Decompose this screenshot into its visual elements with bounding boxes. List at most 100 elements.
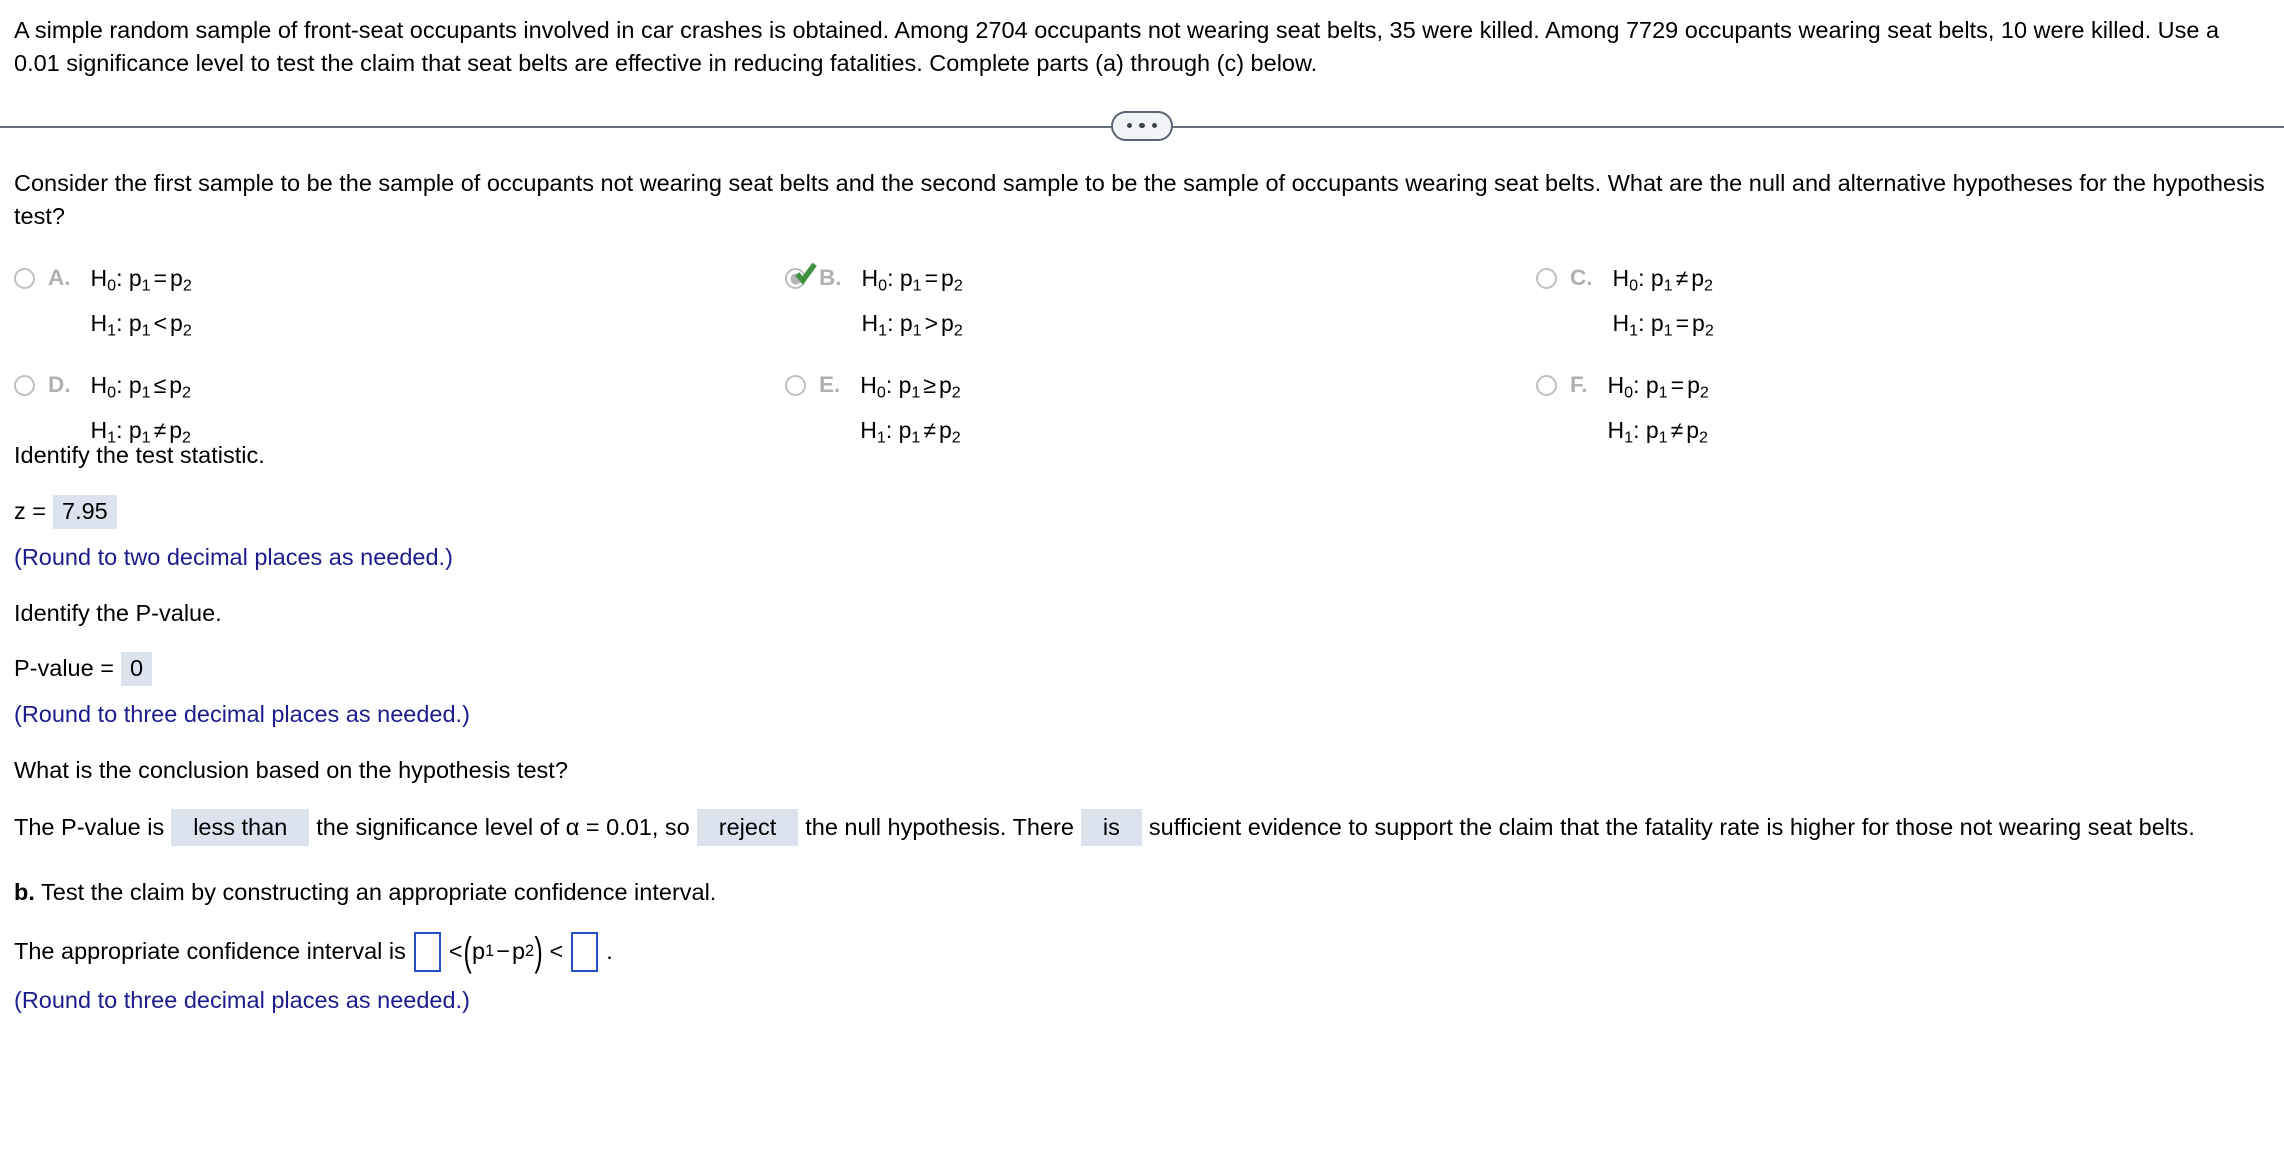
h0-left-sub: 1 bbox=[141, 383, 151, 402]
option-e-hypotheses: H0: p1 ≥ p2 H1: p1 ≠ p2 bbox=[860, 370, 960, 452]
conclusion-comparison-dropdown[interactable]: less than bbox=[171, 808, 310, 847]
h0-symbol: H bbox=[90, 265, 108, 292]
option-a-h1: H1: p1 < p2 bbox=[91, 308, 192, 346]
left-paren: ( bbox=[463, 929, 472, 974]
h1-left-sub: 1 bbox=[912, 321, 922, 340]
p-value-label: P-value = bbox=[14, 655, 114, 682]
h1-colon: : bbox=[885, 416, 893, 443]
radio-d[interactable] bbox=[14, 375, 35, 397]
h1-right: p bbox=[1692, 309, 1705, 336]
test-statistic-note: (Round to two decimal places as needed.) bbox=[14, 544, 453, 571]
h1-left-sub: 1 bbox=[1663, 321, 1673, 340]
h0-operator: ≤ bbox=[153, 372, 167, 399]
option-f-hypotheses: H0: p1 = p2 H1: p1 ≠ p2 bbox=[1608, 370, 1709, 452]
h1-colon: : bbox=[887, 309, 894, 336]
h0-left-sub: 1 bbox=[141, 276, 151, 295]
option-b-hypotheses: H0: p1 = p2 H1: p1 > p2 bbox=[862, 263, 963, 345]
option-d-hypotheses: H0: p1 ≤ p2 H1: p1 ≠ p2 bbox=[91, 370, 191, 452]
h0-right-sub: 2 bbox=[951, 383, 961, 402]
ci-upper-input[interactable] bbox=[571, 931, 599, 972]
h0-left: p bbox=[898, 372, 912, 399]
h1-symbol: H bbox=[90, 416, 108, 443]
h0-colon: : bbox=[116, 265, 123, 292]
h1-right-sub: 2 bbox=[182, 428, 191, 447]
h0-left-sub: 1 bbox=[912, 276, 922, 295]
h1-operator: ≠ bbox=[153, 416, 167, 443]
option-a-h0: H0: p1 = p2 bbox=[91, 263, 192, 301]
option-b[interactable]: B. H0: p1 = p2 H1: p1 > p2 bbox=[785, 263, 963, 345]
more-options-button[interactable] bbox=[1111, 110, 1173, 141]
ci-prefix: The appropriate confidence interval is bbox=[14, 937, 406, 964]
h0-right: p bbox=[1687, 372, 1700, 399]
h1-symbol: H bbox=[860, 416, 877, 443]
h1-left-sub: 1 bbox=[141, 321, 151, 340]
h0-colon: : bbox=[887, 265, 894, 292]
ci-op-right: < bbox=[549, 937, 564, 964]
ci-period: . bbox=[606, 937, 613, 964]
ci-expr-right-sub: 2 bbox=[525, 942, 535, 961]
h1-colon: : bbox=[116, 309, 123, 336]
radio-c[interactable] bbox=[1536, 268, 1557, 290]
h1-right: p bbox=[1686, 416, 1700, 443]
h1-sub: 1 bbox=[107, 428, 117, 447]
radio-e[interactable] bbox=[785, 375, 806, 397]
ci-op-left: < bbox=[448, 937, 463, 964]
option-d[interactable]: D. H0: p1 ≤ p2 H1: p1 ≠ p2 bbox=[14, 370, 191, 452]
p-value-field[interactable]: 0 bbox=[120, 651, 153, 687]
test-statistic-answer-line: z = 7.95 bbox=[14, 494, 2270, 530]
z-value-field[interactable]: 7.95 bbox=[53, 494, 117, 530]
option-c-hypotheses: H0: p1 ≠ p2 H1: p1 = p2 bbox=[1613, 263, 1714, 345]
h1-symbol: H bbox=[1612, 309, 1630, 336]
radio-b[interactable] bbox=[785, 263, 817, 290]
h1-left: p bbox=[128, 309, 142, 336]
h1-colon: : bbox=[116, 416, 123, 443]
radio-f[interactable] bbox=[1536, 375, 1557, 397]
hypothesis-options-group: A. H0: p1 = p2 H1: p1 < p2 B. H0: p1 = p2 H1: … bbox=[14, 263, 2270, 446]
option-f-h0: H0: p1 = p2 bbox=[1608, 370, 1709, 408]
conclusion-text-3: the null hypothesis. There bbox=[805, 813, 1074, 840]
h0-symbol: H bbox=[1612, 265, 1630, 292]
ci-expr-left: p bbox=[471, 937, 486, 964]
h1-colon: : bbox=[1633, 416, 1640, 443]
conclusion-decision-dropdown[interactable]: reject bbox=[696, 808, 799, 847]
option-c-h0: H0: p1 ≠ p2 bbox=[1613, 263, 1714, 301]
ci-expression: (p 1− p 2) bbox=[463, 929, 544, 974]
part-a-question: Consider the first sample to be the samp… bbox=[14, 169, 2265, 230]
part-b-heading-text: Test the claim by constructing an approp… bbox=[34, 879, 717, 906]
h1-sub: 1 bbox=[107, 321, 117, 340]
h0-operator: = bbox=[1670, 372, 1685, 399]
option-e[interactable]: E. H0: p1 ≥ p2 H1: p1 ≠ p2 bbox=[785, 370, 961, 452]
h0-symbol: H bbox=[90, 372, 108, 399]
dot-icon bbox=[1139, 122, 1145, 129]
h1-symbol: H bbox=[90, 309, 108, 336]
h1-left: p bbox=[1645, 416, 1659, 443]
option-e-h0: H0: p1 ≥ p2 bbox=[860, 370, 960, 408]
conclusion-evidence-dropdown[interactable]: is bbox=[1080, 808, 1142, 847]
h0-left: p bbox=[1645, 372, 1659, 399]
h0-symbol: H bbox=[860, 372, 877, 399]
h1-operator: ≠ bbox=[923, 416, 936, 443]
h1-left: p bbox=[898, 416, 912, 443]
option-d-h0: H0: p1 ≤ p2 bbox=[91, 370, 191, 408]
h1-right-sub: 2 bbox=[1704, 321, 1714, 340]
problem-statement: A simple random sample of front-seat occ… bbox=[14, 17, 2220, 77]
h0-right-sub: 2 bbox=[1699, 383, 1709, 402]
h0-right-sub: 2 bbox=[953, 276, 963, 295]
h0-operator: = bbox=[153, 265, 168, 292]
h1-right: p bbox=[170, 309, 183, 336]
h0-sub: 0 bbox=[1629, 276, 1639, 295]
radio-a[interactable] bbox=[14, 268, 35, 290]
h0-sub: 0 bbox=[1624, 383, 1634, 402]
option-c[interactable]: C. H0: p1 ≠ p2 H1: p1 = p2 bbox=[1536, 263, 1714, 345]
option-d-h1: H1: p1 ≠ p2 bbox=[91, 415, 191, 453]
h0-right: p bbox=[1691, 265, 1705, 292]
h1-left-sub: 1 bbox=[911, 428, 921, 447]
h1-right: p bbox=[169, 416, 183, 443]
option-f[interactable]: F. H0: p1 = p2 H1: p1 ≠ p2 bbox=[1536, 370, 1709, 452]
option-a[interactable]: A. H0: p1 = p2 H1: p1 < p2 bbox=[14, 263, 192, 345]
ci-lower-input[interactable] bbox=[413, 931, 441, 972]
conclusion-text-2: the significance level of α = 0.01, so bbox=[316, 813, 690, 840]
test-statistic-prompt: Identify the test statistic. bbox=[14, 442, 265, 469]
h1-left: p bbox=[1650, 309, 1664, 336]
option-c-letter: C. bbox=[1570, 265, 1593, 291]
